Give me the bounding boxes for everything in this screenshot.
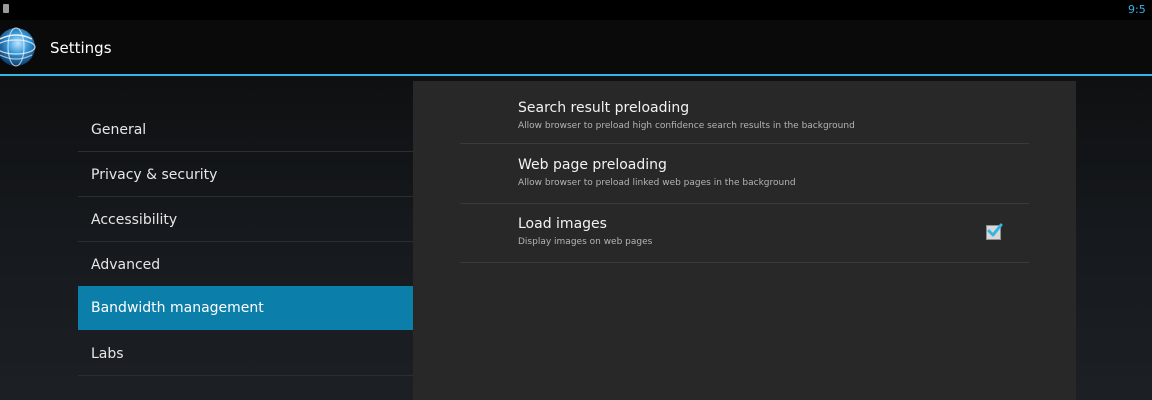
bandwidth-preferences-panel: Search result preloading Allow browser t… [413,81,1076,400]
notification-icon[interactable] [3,4,9,13]
sidebar-item-advanced[interactable]: Advanced [78,243,413,287]
pref-summary: Allow browser to preload high confidence… [518,121,855,131]
pref-summary: Allow browser to preload linked web page… [518,178,796,188]
sidebar-item-bandwidth-management[interactable]: Bandwidth management [78,286,413,330]
settings-category-list: General Privacy & security Accessibility… [78,78,413,400]
sidebar-item-accessibility[interactable]: Accessibility [78,198,413,242]
pref-summary: Display images on web pages [518,237,653,247]
sidebar-item-label: Accessibility [91,212,178,228]
load-images-checkbox[interactable] [986,223,1003,240]
pref-title: Search result preloading [518,100,690,116]
pref-load-images[interactable]: Load images Display images on web pages [460,203,1029,263]
action-bar: Settings [0,20,1152,76]
sidebar-item-general[interactable]: General [78,108,413,152]
pref-search-result-preloading[interactable]: Search result preloading Allow browser t… [460,84,1029,144]
sidebar-item-label: Privacy & security [91,167,218,183]
status-bar: 9:5 [0,0,1152,20]
action-bar-title: Settings [50,39,112,57]
sidebar-item-privacy-security[interactable]: Privacy & security [78,153,413,197]
status-clock: 9:5 [1128,3,1146,16]
sidebar-item-label: Bandwidth management [91,300,264,316]
browser-globe-icon[interactable] [0,27,42,67]
sidebar-item-label: Advanced [91,257,161,273]
checkmark-icon [987,223,1003,237]
sidebar-item-label: General [91,122,147,138]
sidebar-item-labs[interactable]: Labs [78,332,413,376]
pref-title: Load images [518,216,607,232]
sidebar-item-label: Labs [91,346,124,362]
pref-title: Web page preloading [518,157,667,173]
pref-web-page-preloading[interactable]: Web page preloading Allow browser to pre… [460,144,1029,204]
android-settings-screen: 9:5 Settings General Privacy & security … [0,0,1152,400]
